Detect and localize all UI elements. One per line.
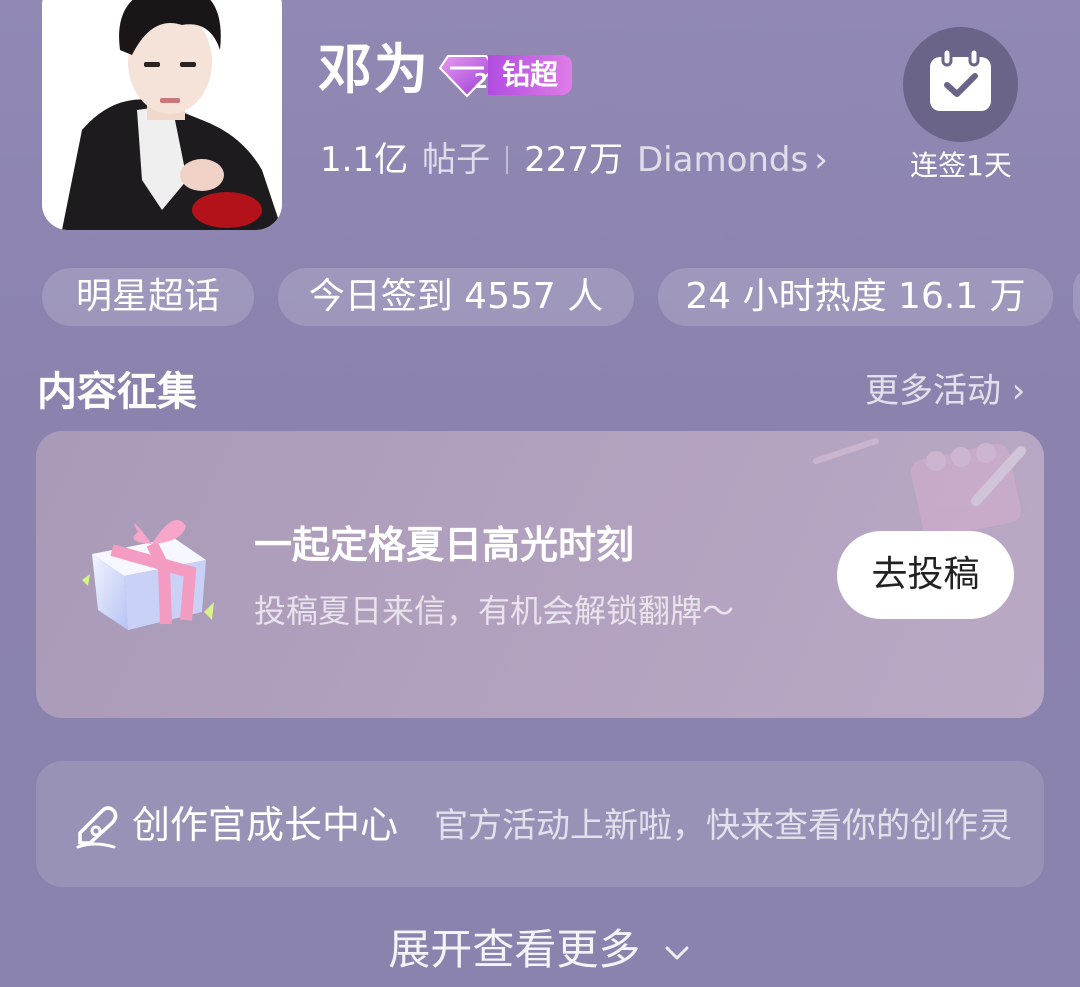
posts-label: 帖子 [422, 140, 491, 180]
badge-level: 2 [474, 69, 488, 93]
submit-button[interactable]: 去投稿 [837, 531, 1014, 619]
tag-checkin-count[interactable]: 今日签到 4557 人 [278, 268, 634, 326]
tag-overflow[interactable] [1073, 268, 1080, 326]
stats-row[interactable]: 1.1亿 帖子 227万 Diamonds › [320, 138, 828, 182]
activity-title: 一起定格夏日高光时刻 [254, 523, 635, 567]
stats-divider [506, 146, 509, 174]
gift-box-icon [82, 520, 214, 630]
super-badge[interactable]: 2 钻超 [438, 52, 573, 98]
expand-label: 展开查看更多 [388, 925, 641, 974]
diamonds-label: Diamonds [636, 140, 809, 180]
checkin-label: 连签1天 [910, 149, 1012, 182]
diamonds-count: 227万 [524, 140, 623, 180]
tag-heat[interactable]: 24 小时热度 16.1 万 [658, 268, 1053, 326]
activity-subtitle: 投稿夏日来信，有机会解锁翻牌～ [254, 592, 735, 630]
badge-label: 钻超 [488, 55, 573, 95]
avatar-photo [42, 0, 282, 230]
creator-center-title: 创作官成长中心 [132, 803, 399, 847]
calendar-check-icon [930, 47, 991, 111]
chevron-down-icon [665, 946, 689, 959]
checkin-button[interactable] [903, 27, 1018, 142]
pen-icon [76, 806, 118, 849]
posts-count: 1.1亿 [320, 140, 409, 180]
tag-star-topic[interactable]: 明星超话 [42, 268, 254, 326]
chevron-right-icon: › [814, 140, 828, 180]
star-name: 邓为 [318, 38, 430, 101]
more-activities-link[interactable]: 更多活动 › [865, 366, 1025, 416]
expand-more-button[interactable]: 展开查看更多 [0, 920, 1080, 980]
avatar[interactable] [42, 0, 282, 230]
creator-center-text: 官方活动上新啦，快来查看你的创作灵 [434, 806, 1012, 846]
section-title: 内容征集 [37, 369, 197, 415]
